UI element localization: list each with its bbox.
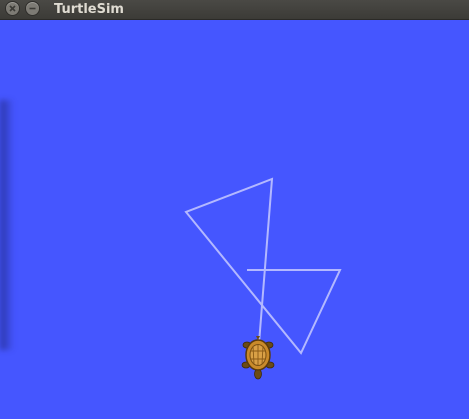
turtle-icon	[241, 336, 275, 380]
turtle-canvas	[0, 20, 469, 419]
turtlesim-window: TurtleSim	[0, 0, 469, 419]
window-title: TurtleSim	[54, 2, 124, 17]
close-button[interactable]	[6, 2, 19, 15]
minimize-icon	[29, 7, 36, 10]
close-icon	[9, 5, 16, 12]
turtle-path	[184, 177, 342, 357]
drawing-area	[184, 177, 342, 380]
minimize-button[interactable]	[26, 2, 39, 15]
title-bar[interactable]: TurtleSim	[0, 0, 469, 20]
